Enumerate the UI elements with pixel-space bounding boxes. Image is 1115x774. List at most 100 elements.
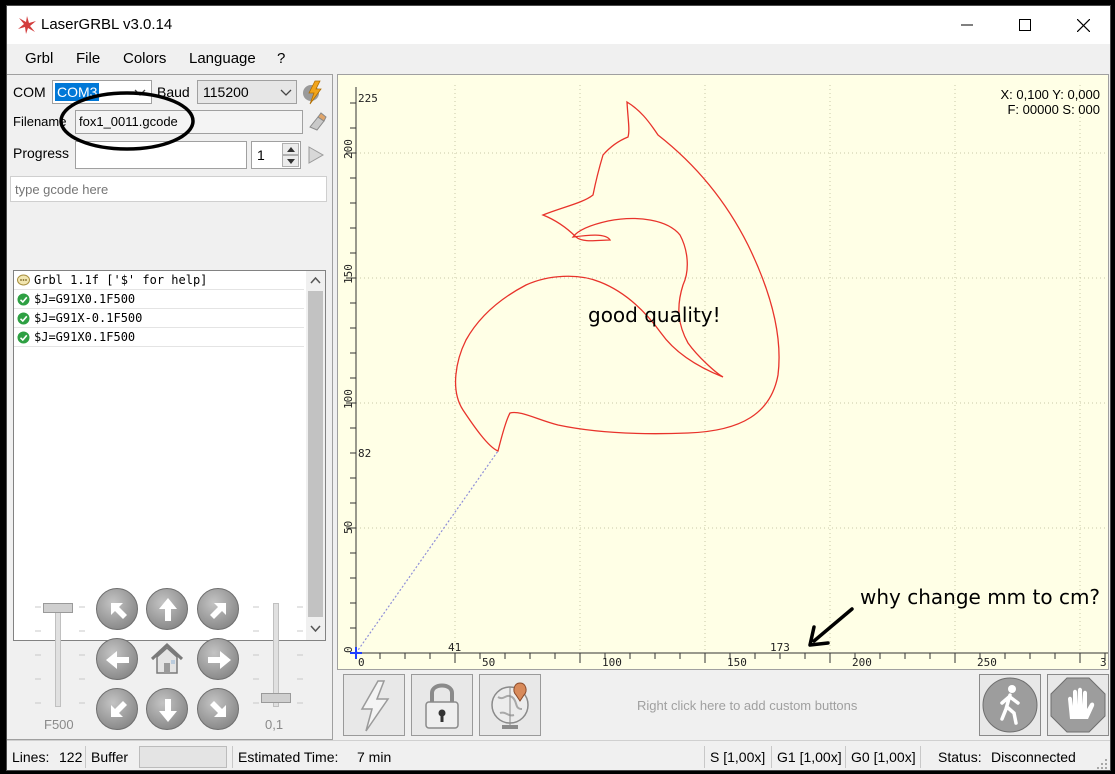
lines-label: Lines: xyxy=(12,749,50,765)
stop-hand-icon xyxy=(1050,677,1106,733)
home-button[interactable] xyxy=(148,640,186,678)
y-tick-label: 82 xyxy=(358,447,371,460)
jog-down-right-button[interactable] xyxy=(197,688,239,730)
jog-up-button[interactable] xyxy=(146,588,188,630)
copies-stepper[interactable]: 1 xyxy=(251,141,301,169)
status-separator xyxy=(771,746,772,768)
com-port-value: COM3 xyxy=(55,83,100,101)
g0-override[interactable]: G0 [1,00x] xyxy=(851,749,916,765)
g1-override[interactable]: G1 [1,00x] xyxy=(777,749,842,765)
scroll-down-icon[interactable] xyxy=(310,625,321,632)
scroll-up-icon[interactable] xyxy=(310,277,321,284)
feed-speed: F: 00000 S: 000 xyxy=(1007,102,1100,117)
ok-icon xyxy=(17,312,30,325)
x-tick-label: 3 xyxy=(1100,656,1107,669)
console-line: $J=G91X-0.1F500 xyxy=(14,309,304,328)
close-button[interactable] xyxy=(1054,6,1110,44)
x-tick-label: 0 xyxy=(358,656,365,669)
minimize-button[interactable] xyxy=(938,6,996,44)
eraser-icon xyxy=(309,112,327,131)
gcode-input[interactable] xyxy=(10,176,327,202)
scrollbar-thumb[interactable] xyxy=(308,291,323,617)
custom-buttons-bar[interactable]: Right click here to add custom buttons xyxy=(337,670,1109,740)
preview-canvas[interactable]: 225 200 150 100 82 50 0 0 41 50 100 150 … xyxy=(337,74,1109,670)
maximize-button[interactable] xyxy=(996,6,1054,44)
info-icon xyxy=(17,274,30,286)
menu-language[interactable]: Language xyxy=(189,50,256,67)
minimize-icon xyxy=(961,24,973,26)
y-axis-ticks xyxy=(346,102,356,629)
close-icon xyxy=(1076,18,1090,32)
com-port-select[interactable]: COM3 xyxy=(52,80,152,104)
resize-grip-icon[interactable] xyxy=(1095,757,1109,771)
spindle-override[interactable]: S [1,00x] xyxy=(710,749,765,765)
status-bar: Lines: 122 Buffer Estimated Time: 7 min … xyxy=(7,740,1110,771)
play-icon xyxy=(308,146,325,164)
buffer-bar xyxy=(139,746,227,768)
arrow-down-right-icon xyxy=(210,701,226,717)
maximize-icon xyxy=(1019,19,1031,31)
window-title: LaserGRBL v3.0.14 xyxy=(41,16,173,33)
console-scrollbar[interactable] xyxy=(306,271,325,640)
walk-button[interactable] xyxy=(979,674,1041,736)
arrow-up-left-icon xyxy=(111,603,127,619)
filename-field[interactable]: fox1_0011.gcode xyxy=(75,110,303,134)
jog-left-button[interactable] xyxy=(96,638,138,680)
menu-help[interactable]: ? xyxy=(277,50,285,67)
copies-down-button[interactable] xyxy=(282,155,299,167)
x-tick-label: 100 xyxy=(602,656,622,669)
connect-button[interactable] xyxy=(300,79,326,105)
menu-file[interactable]: File xyxy=(76,50,100,67)
speed-value: F500 xyxy=(44,717,74,732)
buffer-label: Buffer xyxy=(91,749,129,765)
menu-colors[interactable]: Colors xyxy=(123,50,166,67)
stop-button[interactable] xyxy=(1047,674,1109,736)
app-logo-icon xyxy=(18,16,36,34)
travel-path xyxy=(355,450,499,654)
grid xyxy=(356,85,1108,653)
filename-label: Filename xyxy=(13,114,67,129)
x-tick-label: 50 xyxy=(482,656,495,669)
baud-rate-select[interactable]: 115200 xyxy=(197,80,297,104)
status-separator xyxy=(845,746,846,768)
ok-icon xyxy=(17,331,30,344)
estimated-time-value: 7 min xyxy=(357,749,392,765)
run-button[interactable] xyxy=(307,145,325,165)
console-line: $J=G91X0.1F500 xyxy=(14,290,304,309)
console-line: $J=G91X0.1F500 xyxy=(14,328,304,347)
custom-buttons-hint: Right click here to add custom buttons xyxy=(637,698,858,713)
jog-up-right-button[interactable] xyxy=(197,588,239,630)
console-line: Grbl 1.1f ['$' for help] xyxy=(14,271,304,290)
set-origin-button[interactable] xyxy=(479,674,541,736)
copies-up-button[interactable] xyxy=(282,143,299,155)
jog-up-left-button[interactable] xyxy=(96,588,138,630)
annotation-good-quality: good quality! xyxy=(588,303,721,327)
chevron-down-icon xyxy=(287,159,295,164)
estimated-time-label: Estimated Time: xyxy=(238,749,339,765)
jog-down-left-button[interactable] xyxy=(96,688,138,730)
chevron-down-icon xyxy=(280,89,292,96)
baud-label: Baud xyxy=(157,84,190,100)
progress-label: Progress xyxy=(13,145,70,161)
plug-lightning-icon xyxy=(303,80,322,105)
arrow-left-icon xyxy=(106,651,129,669)
x-tick-label: 41 xyxy=(448,641,461,654)
lock-icon xyxy=(425,683,459,729)
y-tick-label: 50 xyxy=(342,521,355,534)
console-text: $J=G91X-0.1F500 xyxy=(34,311,143,325)
xy-position: X: 0,100 Y: 0,000 xyxy=(1000,87,1100,102)
arrow-down-icon xyxy=(159,699,177,722)
menu-grbl[interactable]: Grbl xyxy=(25,50,53,67)
jog-right-button[interactable] xyxy=(197,638,239,680)
chevron-up-icon xyxy=(287,147,295,152)
unlock-button[interactable] xyxy=(411,674,473,736)
app-window: LaserGRBL v3.0.14 Grbl File Colors Langu… xyxy=(6,5,1111,771)
jog-down-button[interactable] xyxy=(146,688,188,730)
reset-button[interactable] xyxy=(343,674,405,736)
open-file-button[interactable] xyxy=(306,111,328,133)
arrow-up-icon xyxy=(159,598,177,621)
fox-outline xyxy=(454,100,780,452)
annotation-arrow xyxy=(808,607,854,647)
step-slider-ticks xyxy=(253,606,303,704)
arrow-right-icon xyxy=(208,651,231,669)
